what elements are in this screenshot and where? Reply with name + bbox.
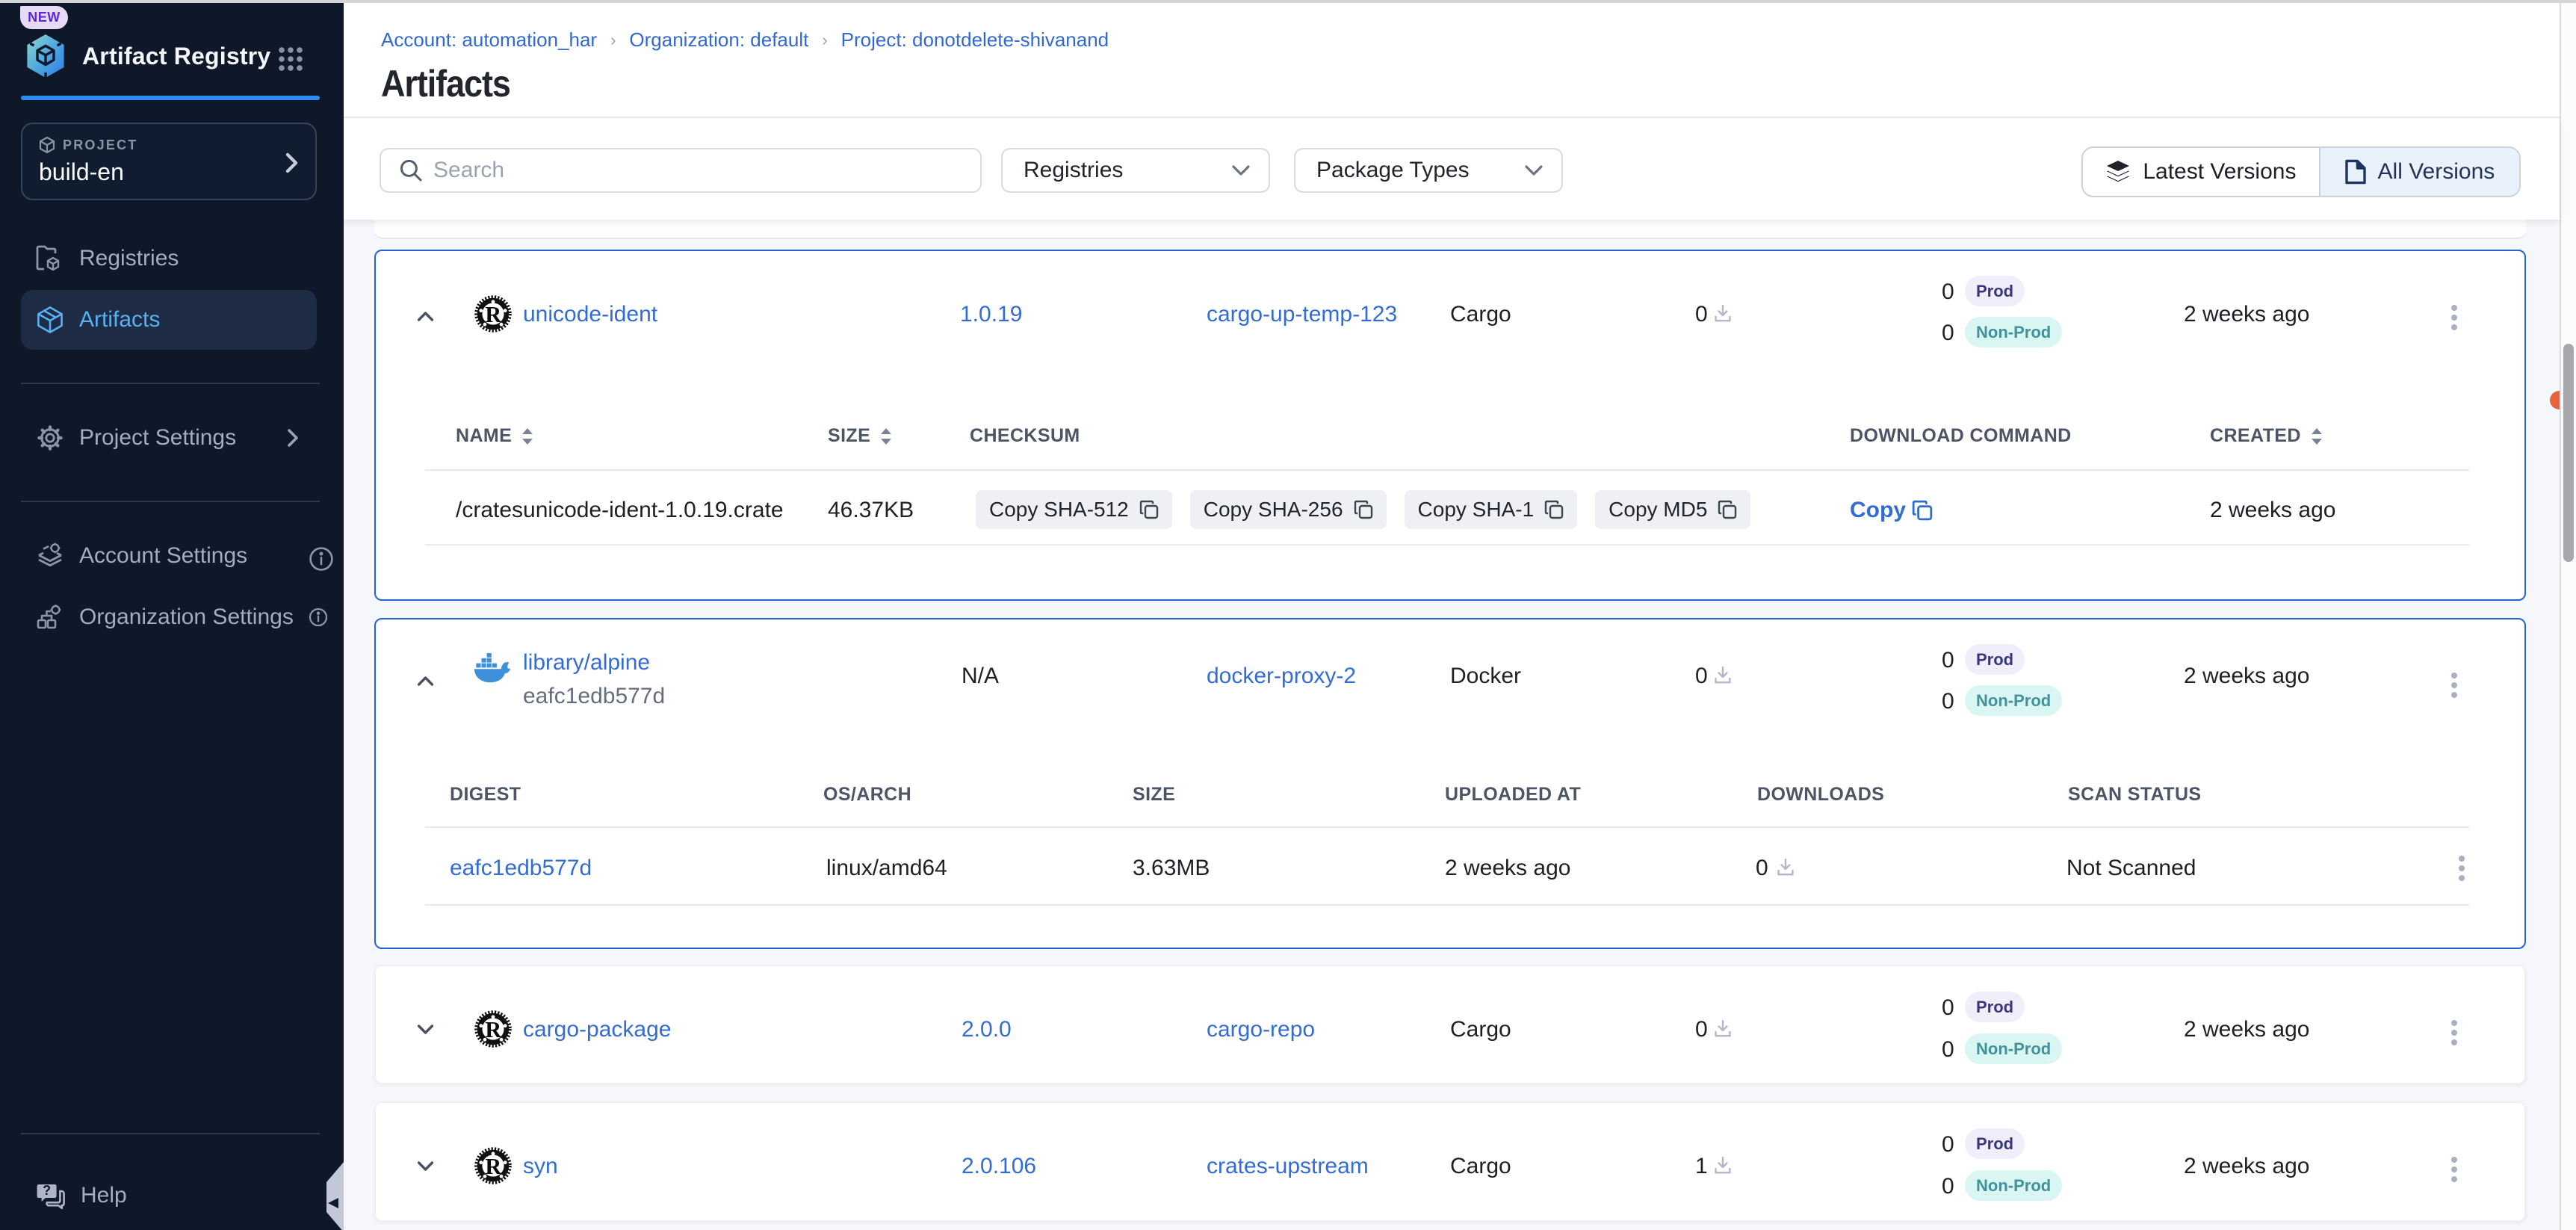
svg-text:R: R: [485, 1154, 502, 1179]
svg-text:?: ?: [43, 1183, 51, 1198]
svg-text:R: R: [485, 302, 502, 327]
svg-text:R: R: [485, 1017, 502, 1042]
